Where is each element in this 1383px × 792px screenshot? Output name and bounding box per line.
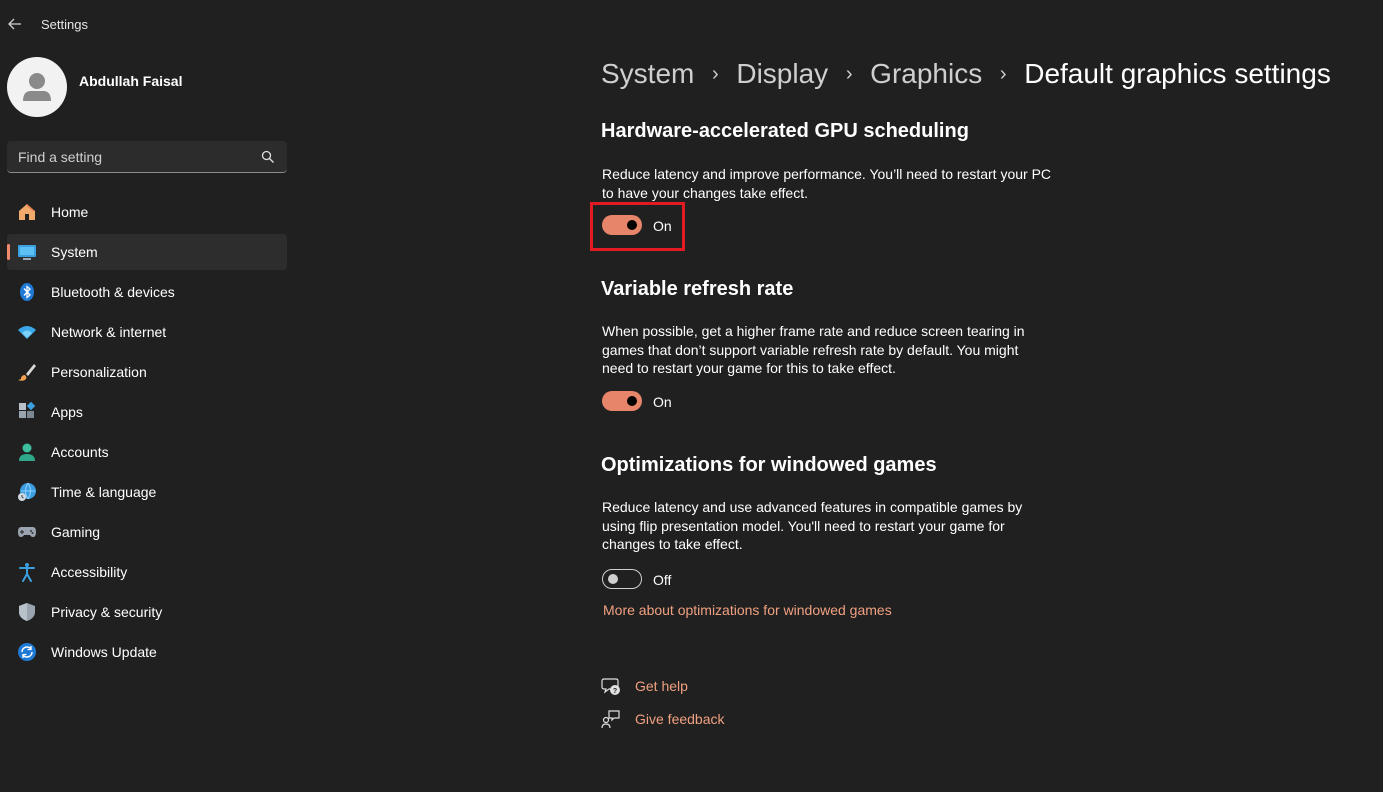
variable-refresh-rate-state: On — [653, 394, 672, 410]
user-name: Abdullah Faisal — [79, 73, 183, 89]
give-feedback-icon — [601, 710, 620, 729]
brush-icon — [18, 364, 36, 381]
monitor-icon — [18, 245, 36, 260]
sidebar-item-home[interactable]: Home — [7, 194, 287, 230]
avatar — [7, 57, 67, 117]
sidebar-item-label: Accessibility — [51, 564, 128, 580]
gpu-scheduling-description: Reduce latency and improve performance. … — [602, 166, 1052, 201]
search-box[interactable] — [7, 141, 287, 173]
sidebar-item-label: System — [51, 244, 98, 260]
sidebar-item-accessibility[interactable]: Accessibility — [7, 554, 287, 590]
back-button[interactable] — [5, 14, 25, 34]
chevron-right-icon: › — [845, 62, 853, 85]
variable-refresh-rate-title: Variable refresh rate — [601, 278, 794, 300]
get-help-icon: ? — [601, 678, 620, 695]
sidebar-item-label: Accounts — [51, 444, 109, 460]
sidebar-item-label: Time & language — [51, 484, 157, 500]
toggle-knob — [627, 220, 637, 230]
toggle-knob — [608, 574, 618, 584]
breadcrumb-display[interactable]: Display — [736, 58, 828, 90]
sidebar-item-label: Personalization — [51, 364, 147, 380]
sidebar-item-label: Gaming — [51, 524, 101, 540]
get-help-link[interactable]: Get help — [635, 678, 688, 694]
sidebar-item-system[interactable]: System — [7, 234, 287, 270]
windowed-games-description: Reduce latency and use advanced features… — [602, 499, 1023, 552]
windowed-games-toggle[interactable] — [602, 569, 642, 589]
sidebar-item-time-language[interactable]: Time & language — [7, 474, 287, 510]
sidebar-item-label: Home — [51, 204, 89, 220]
sidebar-item-gaming[interactable]: Gaming — [7, 514, 287, 550]
windowed-games-title: Optimizations for windowed games — [601, 454, 937, 476]
title-bar: Settings — [0, 0, 300, 48]
sidebar-item-label: Windows Update — [51, 644, 157, 660]
toggle-knob — [627, 396, 637, 406]
sidebar-item-apps[interactable]: Apps — [7, 394, 287, 430]
sidebar-nav: Home System Bluetooth & devices Network … — [7, 194, 287, 674]
variable-refresh-rate-description: When possible, get a higher frame rate a… — [602, 323, 1025, 376]
variable-refresh-rate-toggle[interactable] — [602, 391, 642, 411]
shield-icon — [19, 603, 35, 621]
sidebar-item-privacy[interactable]: Privacy & security — [7, 594, 287, 630]
update-icon — [18, 643, 36, 661]
breadcrumb: System › Display › Graphics › Default gr… — [601, 58, 1331, 90]
sidebar-item-personalization[interactable]: Personalization — [7, 354, 287, 390]
wifi-icon — [18, 326, 36, 339]
home-icon — [19, 204, 35, 220]
chevron-right-icon: › — [712, 62, 719, 85]
accessibility-icon — [19, 563, 35, 582]
sidebar-item-label: Bluetooth & devices — [51, 284, 175, 300]
breadcrumb-system[interactable]: System — [601, 58, 694, 90]
sidebar-item-bluetooth[interactable]: Bluetooth & devices — [7, 274, 287, 310]
default-user-icon — [23, 73, 51, 101]
give-feedback-link[interactable]: Give feedback — [635, 711, 725, 727]
sidebar-item-label: Apps — [51, 404, 83, 420]
search-icon[interactable] — [261, 150, 275, 164]
gpu-scheduling-toggle[interactable] — [602, 215, 642, 235]
gamepad-icon — [18, 527, 36, 537]
page-title: Default graphics settings — [1024, 58, 1331, 89]
back-arrow-icon — [8, 18, 21, 30]
breadcrumb-graphics[interactable]: Graphics — [870, 58, 982, 90]
chevron-right-icon: › — [999, 62, 1007, 85]
sidebar-item-network[interactable]: Network & internet — [7, 314, 287, 350]
gpu-scheduling-state: On — [653, 218, 672, 234]
windowed-games-learn-more-link[interactable]: More about optimizations for windowed ga… — [603, 602, 892, 618]
svg-text:?: ? — [613, 688, 617, 695]
gpu-scheduling-title: Hardware-accelerated GPU scheduling — [601, 120, 969, 142]
sidebar-item-label: Privacy & security — [51, 604, 163, 620]
app-title: Settings — [41, 17, 88, 32]
user-profile[interactable]: Abdullah Faisal — [7, 57, 297, 117]
globe-clock-icon — [18, 482, 36, 501]
sidebar-item-label: Network & internet — [51, 324, 167, 340]
bluetooth-icon — [20, 283, 34, 301]
search-input[interactable] — [7, 141, 252, 172]
person-icon — [19, 443, 35, 461]
sidebar-item-windows-update[interactable]: Windows Update — [7, 634, 287, 670]
sidebar-item-accounts[interactable]: Accounts — [7, 434, 287, 470]
windowed-games-state: Off — [653, 572, 672, 588]
apps-icon — [19, 402, 36, 418]
